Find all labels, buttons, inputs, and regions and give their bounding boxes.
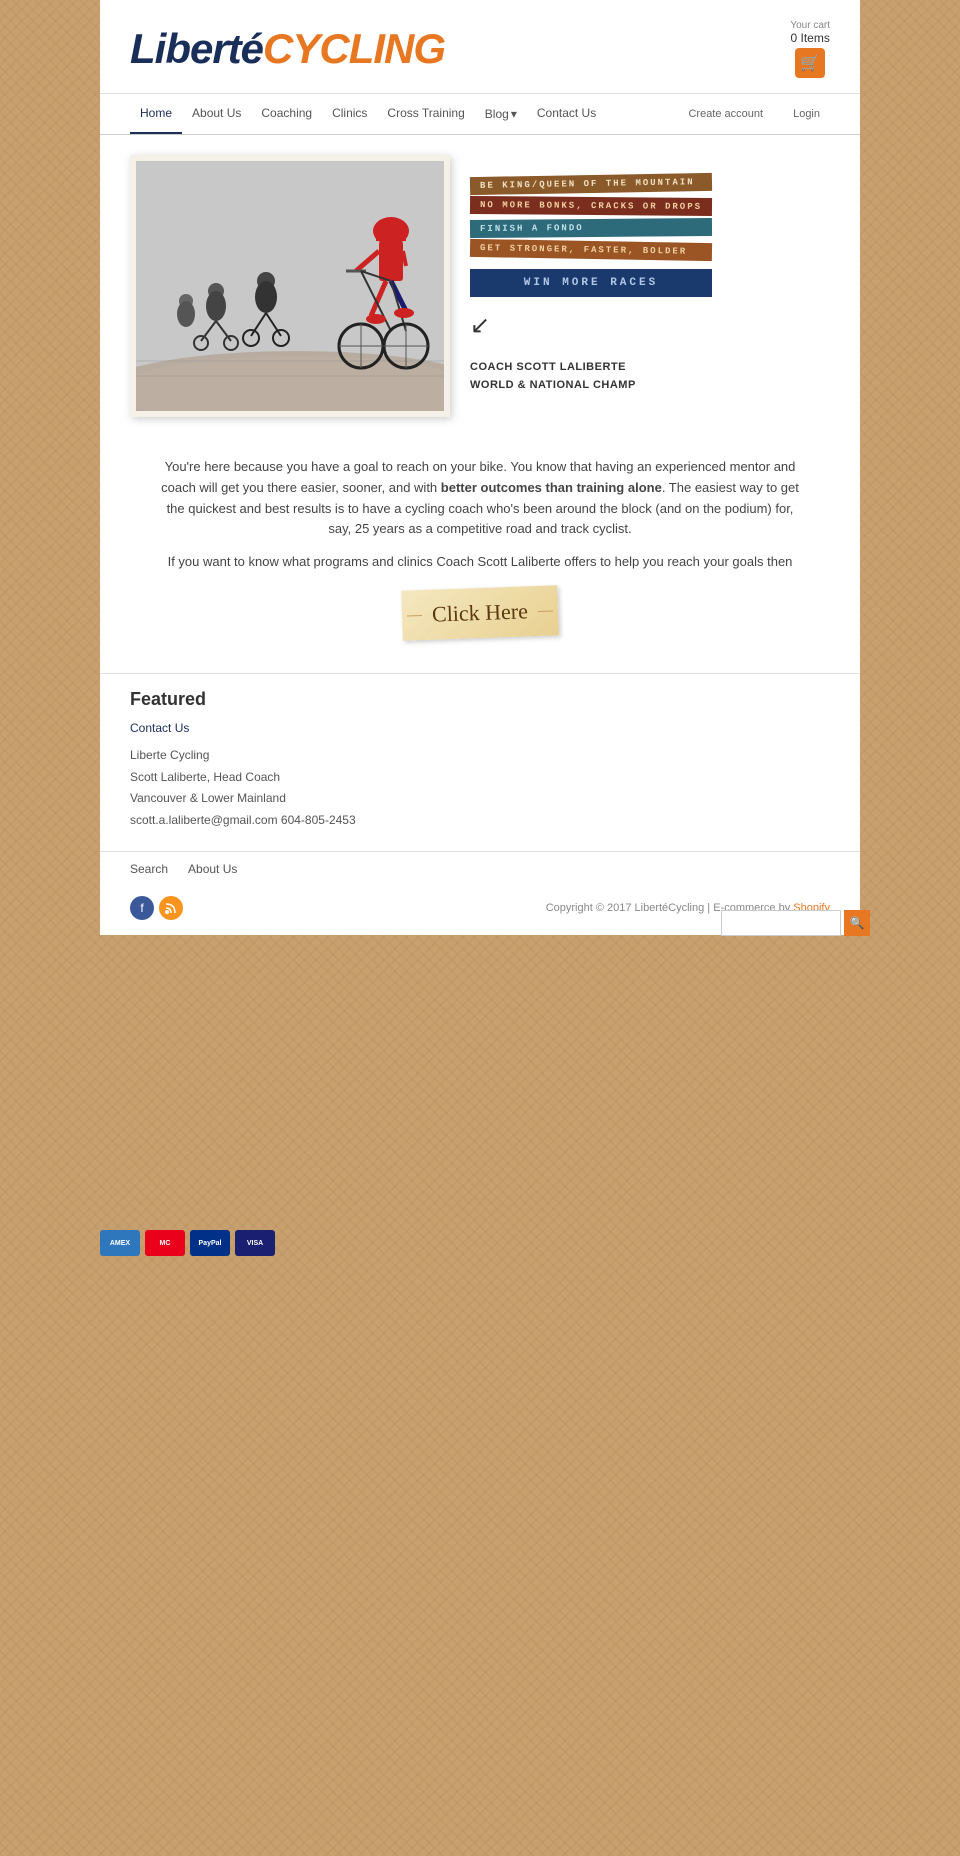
content-paragraph-1: You're here because you have a goal to r… (160, 457, 800, 540)
footer-nav-about[interactable]: About Us (188, 862, 237, 876)
contact-details: scott.a.laliberte@gmail.com 604-805-2453 (130, 810, 830, 832)
nav-item-clinics[interactable]: Clinics (322, 94, 377, 134)
cart-icon[interactable]: 🛒 (795, 48, 825, 78)
contact-info: Liberte Cycling Scott Laliberte, Head Co… (130, 745, 830, 831)
click-here-wrapper: Click Here (160, 588, 800, 638)
social-icons: f (130, 896, 183, 920)
cart-area[interactable]: Your cart 0 Items 🛒 (790, 20, 830, 78)
featured-title: Featured (130, 689, 830, 710)
amex-card: AMEX (100, 1230, 140, 1256)
nav-item-coaching[interactable]: Coaching (251, 94, 322, 134)
nav-left: Home About Us Coaching Clinics Cross Tra… (130, 94, 606, 134)
logo-cycling: CYCLING (263, 25, 445, 73)
bold-text: better outcomes than training alone (441, 480, 662, 495)
nav-item-cross-training[interactable]: Cross Training (377, 94, 474, 134)
logo-liberte: Liberté (130, 25, 263, 73)
nav-item-blog[interactable]: Blog ▾ (475, 94, 527, 134)
overlay-tag-3: FINISH A FONDO (470, 218, 712, 238)
arrow-decoration: ↙ (470, 311, 712, 340)
payment-icons-area: AMEX MC PayPal VISA (100, 1230, 275, 1256)
featured-section: Featured Contact Us Liberte Cycling Scot… (100, 673, 860, 851)
main-content: You're here because you have a goal to r… (100, 437, 860, 673)
search-overlay: 🔍 (721, 910, 870, 936)
contact-link[interactable]: Contact Us (130, 721, 189, 735)
facebook-icon[interactable]: f (130, 896, 154, 920)
footer-nav-search[interactable]: Search (130, 862, 168, 876)
site-logo[interactable]: Liberté CYCLING (130, 25, 445, 73)
overlay-tag-2: NO MORE BONKS, CRACKS OR DROPS (470, 196, 712, 216)
coach-title: WORLD & NATIONAL CHAMP (470, 379, 636, 391)
nav-item-create-account[interactable]: Create account (678, 96, 773, 132)
head-coach: Scott Laliberte, Head Coach (130, 767, 830, 789)
hero-overlays: BE KING/QUEEN OF THE MOUNTAIN NO MORE BO… (450, 175, 712, 394)
nav-item-about[interactable]: About Us (182, 94, 251, 134)
rss-svg (165, 902, 177, 914)
hero-section: BE KING/QUEEN OF THE MOUNTAIN NO MORE BO… (100, 135, 860, 437)
nav-item-login[interactable]: Login (783, 96, 830, 132)
nav-item-home[interactable]: Home (130, 94, 182, 134)
nav-item-contact[interactable]: Contact Us (527, 94, 606, 134)
cycling-scene-svg (136, 161, 444, 411)
cart-label: Your cart (790, 20, 830, 31)
page-wrapper: Liberté CYCLING Your cart 0 Items 🛒 Home… (100, 0, 860, 935)
outer-background: Liberté CYCLING Your cart 0 Items 🛒 Home… (0, 0, 960, 1856)
win-more-races-button[interactable]: WIN MORE RACES (470, 269, 712, 297)
footer-nav: Search About Us (100, 851, 860, 886)
business-name: Liberte Cycling (130, 745, 830, 767)
site-header: Liberté CYCLING Your cart 0 Items 🛒 (100, 0, 860, 94)
search-button[interactable]: 🔍 (844, 910, 870, 936)
hero-image-wrapper (130, 155, 450, 417)
visa-card: VISA (235, 1230, 275, 1256)
search-input[interactable] (721, 910, 841, 936)
location: Vancouver & Lower Mainland (130, 788, 830, 810)
main-nav: Home About Us Coaching Clinics Cross Tra… (100, 94, 860, 135)
mastercard-card: MC (145, 1230, 185, 1256)
content-paragraph-2: If you want to know what programs and cl… (160, 552, 800, 573)
overlay-tag-4: GET STRONGER, FASTER, BOLDER (470, 239, 712, 261)
nav-right: Create account Login (678, 96, 830, 132)
blog-dropdown-icon: ▾ (511, 107, 517, 121)
click-here-button[interactable]: Click Here (401, 585, 559, 640)
coach-caption: COACH SCOTT LALIBERTE WORLD & NATIONAL C… (470, 359, 712, 394)
coach-name: COACH SCOTT LALIBERTE (470, 361, 626, 373)
cart-count: 0 Items (790, 31, 829, 45)
overlay-tag-1: BE KING/QUEEN OF THE MOUNTAIN (470, 173, 712, 195)
cycling-scene (136, 161, 444, 411)
paypal-card: PayPal (190, 1230, 230, 1256)
rss-icon[interactable] (159, 896, 183, 920)
